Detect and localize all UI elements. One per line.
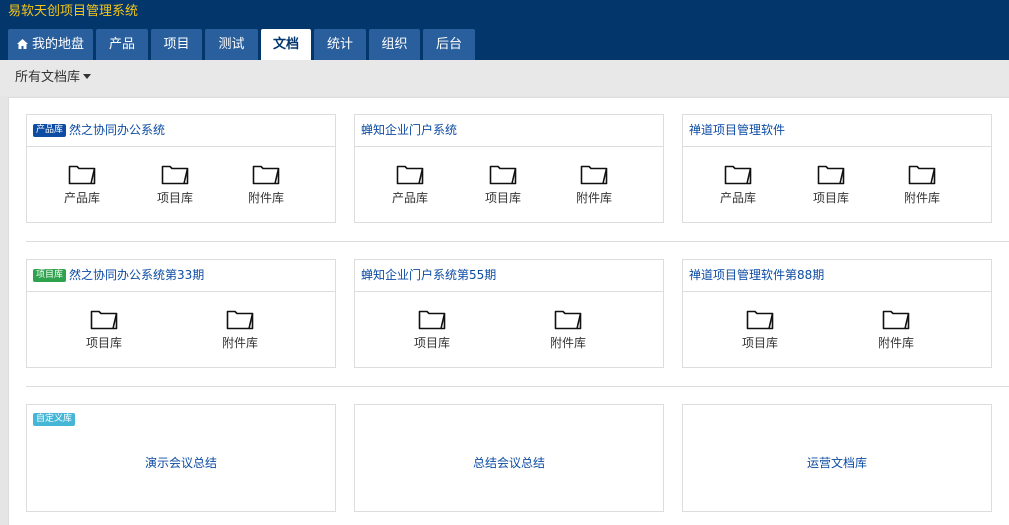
folder-icon [746, 310, 774, 330]
lib-label: 产品库 [391, 191, 428, 205]
lib-label: 附件库 [221, 336, 258, 350]
lib-project[interactable]: 项目库 [801, 164, 861, 206]
sub-navbar: 所有文档库 [0, 60, 1009, 96]
product-title-link[interactable]: 然之协同办公系统 [69, 123, 165, 137]
lib-attachment[interactable]: 附件库 [892, 164, 952, 206]
lib-product[interactable]: 产品库 [380, 164, 440, 206]
card-header: 禅道项目管理软件第88期 [683, 260, 991, 292]
lib-label: 附件库 [575, 191, 612, 205]
lib-label: 项目库 [85, 336, 122, 350]
app-title: 易软天创项目管理系统 [8, 4, 139, 19]
lib-label: 项目库 [484, 191, 521, 205]
folder-icon [396, 165, 424, 185]
custom-lib-name: 总结会议总结 [472, 456, 545, 470]
card-header: 产品库 然之协同办公系统 [27, 115, 335, 147]
section-divider [26, 386, 1009, 387]
custom-lib-name: 演示会议总结 [144, 456, 217, 470]
folder-icon [554, 310, 582, 330]
folder-icon [489, 165, 517, 185]
lib-project[interactable]: 项目库 [730, 309, 790, 351]
product-lib-badge: 产品库 [33, 124, 67, 137]
all-libs-label: 所有文档库 [15, 70, 81, 85]
section-divider [26, 241, 1009, 242]
project-title-link[interactable]: 禅道项目管理软件第88期 [689, 268, 824, 282]
lib-label: 产品库 [63, 191, 100, 205]
folder-icon [161, 165, 189, 185]
main-nav: 我的地盘 产品 项目 测试 文档 统计 组织 后台 [8, 29, 478, 60]
product-lib-card: 禅道项目管理软件 产品库 项目库 附件库 [682, 114, 992, 223]
lib-attachment[interactable]: 附件库 [866, 309, 926, 351]
lib-label: 项目库 [413, 336, 450, 350]
folder-icon [68, 165, 96, 185]
lib-list: 项目库 附件库 [355, 292, 663, 368]
lib-list: 产品库 项目库 附件库 [355, 147, 663, 223]
lib-attachment[interactable]: 附件库 [236, 164, 296, 206]
folder-icon [724, 165, 752, 185]
tab-project[interactable]: 项目 [151, 29, 202, 60]
project-lib-card: 蝉知企业门户系统第55期 项目库 附件库 [354, 259, 664, 368]
folder-icon [90, 310, 118, 330]
tab-my-dashboard[interactable]: 我的地盘 [8, 29, 93, 60]
tab-doc[interactable]: 文档 [261, 29, 311, 60]
folder-icon [908, 165, 936, 185]
card-header: 禅道项目管理软件 [683, 115, 991, 147]
project-lib-badge: 项目库 [33, 269, 67, 282]
folder-icon [418, 310, 446, 330]
custom-lib-badge: 自定义库 [33, 413, 76, 426]
lib-label: 项目库 [156, 191, 193, 205]
custom-lib-card[interactable]: 运营文档库 [682, 404, 992, 512]
product-lib-card: 产品库 然之协同办公系统 产品库 项目库 附件库 [26, 114, 336, 223]
caret-down-icon [83, 74, 92, 79]
project-title-link[interactable]: 然之协同办公系统第33期 [69, 268, 204, 282]
folder-icon [580, 165, 608, 185]
tab-product[interactable]: 产品 [96, 29, 148, 60]
project-title-link[interactable]: 蝉知企业门户系统第55期 [361, 268, 496, 282]
folder-icon [226, 310, 254, 330]
lib-attachment[interactable]: 附件库 [564, 164, 624, 206]
doc-library-panel: 产品库 然之协同办公系统 产品库 项目库 附件库 蝉知企业门户系统 产品库 项目库… [8, 97, 1009, 525]
lib-project[interactable]: 项目库 [74, 309, 134, 351]
lib-project[interactable]: 项目库 [473, 164, 533, 206]
lib-label: 产品库 [719, 191, 756, 205]
home-icon [16, 39, 28, 49]
tab-test[interactable]: 测试 [205, 29, 258, 60]
lib-product[interactable]: 产品库 [52, 164, 112, 206]
top-header: 易软天创项目管理系统 我的地盘 产品 项目 测试 文档 统计 组织 后台 [0, 0, 1009, 60]
product-lib-card: 蝉知企业门户系统 产品库 项目库 附件库 [354, 114, 664, 223]
custom-lib-card[interactable]: 总结会议总结 [354, 404, 664, 512]
lib-attachment[interactable]: 附件库 [538, 309, 598, 351]
custom-lib-card[interactable]: 自定义库 演示会议总结 [26, 404, 336, 512]
lib-attachment[interactable]: 附件库 [210, 309, 270, 351]
lib-list: 项目库 附件库 [27, 292, 335, 368]
lib-label: 附件库 [903, 191, 940, 205]
project-lib-card: 项目库 然之协同办公系统第33期 项目库 附件库 [26, 259, 336, 368]
product-title-link[interactable]: 禅道项目管理软件 [689, 123, 785, 137]
folder-icon [817, 165, 845, 185]
custom-lib-name: 运营文档库 [806, 456, 867, 470]
lib-product[interactable]: 产品库 [708, 164, 768, 206]
all-libs-dropdown[interactable]: 所有文档库 [15, 69, 92, 87]
lib-label: 附件库 [549, 336, 586, 350]
lib-list: 产品库 项目库 附件库 [683, 147, 991, 223]
lib-project[interactable]: 项目库 [402, 309, 462, 351]
lib-label: 项目库 [741, 336, 778, 350]
card-header: 蝉知企业门户系统第55期 [355, 260, 663, 292]
tab-org[interactable]: 组织 [369, 29, 420, 60]
lib-list: 产品库 项目库 附件库 [27, 147, 335, 223]
project-lib-card: 禅道项目管理软件第88期 项目库 附件库 [682, 259, 992, 368]
product-title-link[interactable]: 蝉知企业门户系统 [361, 123, 457, 137]
lib-list: 项目库 附件库 [683, 292, 991, 368]
tab-admin[interactable]: 后台 [423, 29, 475, 60]
lib-label: 项目库 [812, 191, 849, 205]
lib-label: 附件库 [247, 191, 284, 205]
folder-icon [252, 165, 280, 185]
card-header: 项目库 然之协同办公系统第33期 [27, 260, 335, 292]
card-header: 蝉知企业门户系统 [355, 115, 663, 147]
lib-label: 附件库 [877, 336, 914, 350]
tab-my-dashboard-label: 我的地盘 [31, 37, 84, 52]
folder-icon [882, 310, 910, 330]
lib-project[interactable]: 项目库 [145, 164, 205, 206]
tab-stats[interactable]: 统计 [314, 29, 366, 60]
